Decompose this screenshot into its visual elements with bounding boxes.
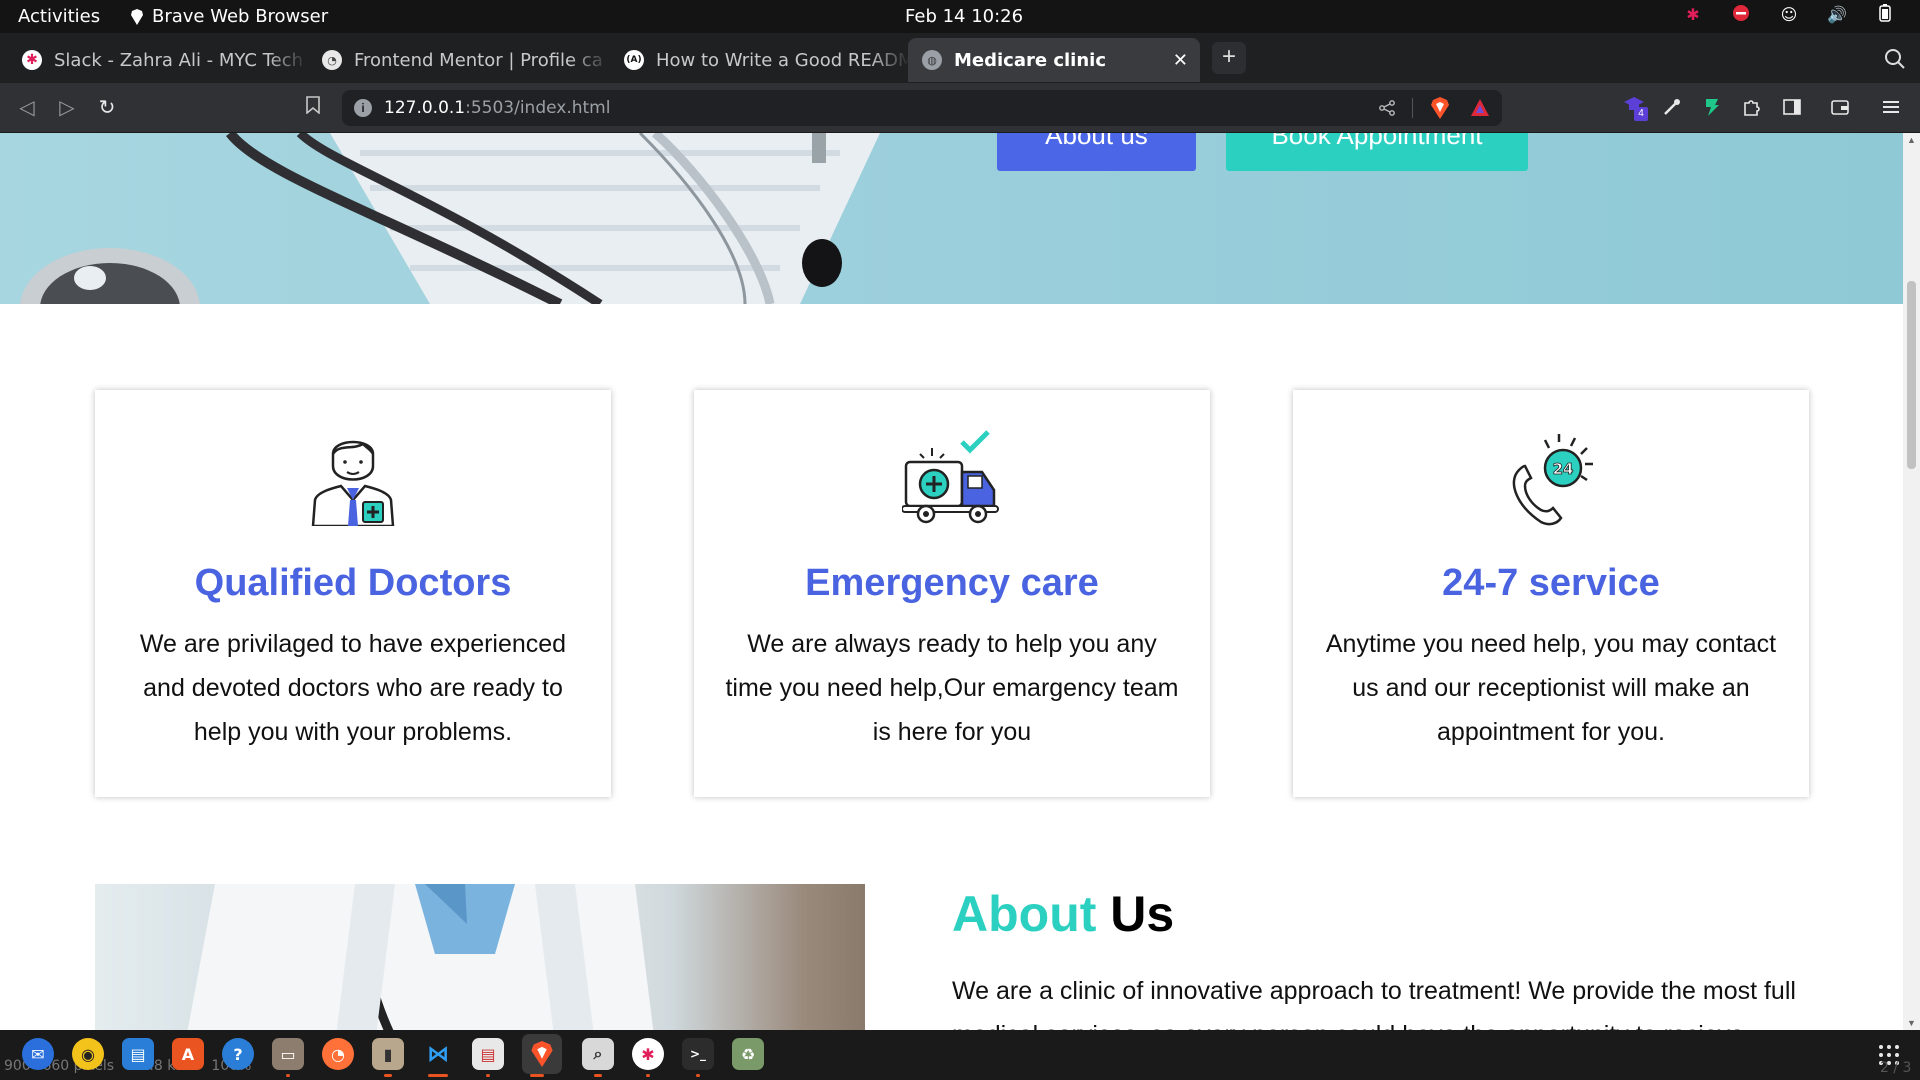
phone-24-icon: 24: [1512, 434, 1593, 526]
badge-24: 24: [1553, 460, 1574, 478]
wallet-icon[interactable]: [1830, 97, 1850, 117]
slack-icon: ✱: [22, 50, 42, 70]
url-text[interactable]: 127.0.0.1:5503/index.html: [384, 98, 610, 118]
tab-title: Frontend Mentor | Profile ca: [354, 49, 603, 71]
slack-dock-icon[interactable]: ✱: [632, 1038, 664, 1070]
fontsninja-extension-icon[interactable]: [1702, 97, 1722, 117]
extensions-puzzle-icon[interactable]: [1742, 97, 1762, 117]
brave-lion-icon: [131, 8, 143, 25]
writer-icon[interactable]: ▤: [122, 1038, 154, 1070]
site-info-icon[interactable]: i: [354, 99, 372, 117]
extension-puzzle-graduation-icon[interactable]: 4: [1622, 95, 1648, 121]
slack-tray-icon[interactable]: ✱: [1682, 4, 1704, 26]
browser-toolbar: ◁ ▷ ↻ i 127.0.0.1:5503/index.html 4: [0, 83, 1920, 133]
brave-dock-icon[interactable]: [522, 1034, 562, 1074]
feature-card-24-7: 24 24-7 service Anytime you need help, y…: [1293, 390, 1809, 797]
url-host: 127.0.0.1: [384, 98, 466, 118]
brave-shields-icon[interactable]: [1430, 97, 1450, 119]
forward-icon[interactable]: ▷: [54, 95, 80, 121]
scroll-up-icon[interactable]: ▲: [1907, 135, 1916, 145]
system-tray[interactable]: ✱ ☺ 🔊: [1682, 4, 1896, 26]
feature-title: Qualified Doctors: [194, 562, 512, 604]
frontend-mentor-icon: ◔: [322, 50, 342, 70]
feature-text: Anytime you need help, you may contact u…: [1325, 630, 1777, 746]
stethoscope-hero-image: [20, 133, 880, 304]
text-editor-icon[interactable]: ▤: [472, 1038, 504, 1070]
tab-medicare[interactable]: ◍ Medicare clinic ✕: [908, 38, 1200, 82]
firefox-icon[interactable]: ◔: [322, 1038, 354, 1070]
about-heading-accent: About: [952, 886, 1097, 942]
extension-badge: 4: [1634, 107, 1648, 121]
menu-icon[interactable]: [1882, 98, 1900, 116]
back-icon[interactable]: ◁: [14, 95, 40, 121]
app-menu[interactable]: Brave Web Browser: [130, 6, 328, 27]
book-appointment-button[interactable]: Book Appointment: [1226, 133, 1528, 171]
files-icon[interactable]: ▭: [272, 1038, 304, 1070]
globe-icon: ◍: [922, 50, 942, 70]
tab-readme[interactable]: (A) How to Write a Good READM: [610, 38, 910, 82]
divider: [1412, 98, 1413, 118]
clock[interactable]: Feb 14 10:26: [905, 6, 1023, 27]
url-path: :5503/index.html: [465, 98, 611, 118]
page-scrollbar[interactable]: ▲ ▼: [1903, 133, 1920, 1030]
feature-title: Emergency care: [805, 562, 1099, 604]
tab-frontend-mentor[interactable]: ◔ Frontend Mentor | Profile ca: [308, 38, 610, 82]
accessibility-icon[interactable]: ☺: [1778, 4, 1800, 26]
eyedropper-icon[interactable]: [1662, 97, 1682, 117]
help-icon[interactable]: ?: [222, 1038, 254, 1070]
ambulance-icon: [902, 430, 999, 524]
thunderbird-icon[interactable]: ✉: [22, 1038, 54, 1070]
doctor-icon: [311, 440, 395, 526]
address-bar[interactable]: i 127.0.0.1:5503/index.html: [342, 90, 1502, 126]
volume-icon[interactable]: 🔊: [1826, 4, 1848, 26]
about-us-button[interactable]: About us: [997, 133, 1196, 171]
doctor-photo: [95, 884, 865, 1030]
brave-rewards-icon[interactable]: [1470, 98, 1490, 118]
tab-slack[interactable]: ✱ Slack - Zahra Ali - MYC Tech A: [8, 38, 308, 82]
scrollbar-thumb[interactable]: [1907, 281, 1916, 469]
software-center-icon[interactable]: A: [172, 1038, 204, 1070]
about-heading: About Us: [952, 885, 1174, 943]
feature-title: 24-7 service: [1442, 562, 1660, 604]
terminal-icon[interactable]: >_: [682, 1038, 714, 1070]
readme-site-icon: (A): [624, 50, 644, 70]
scroll-down-icon[interactable]: ▼: [1907, 1018, 1916, 1028]
vscode-icon[interactable]: ⋈: [422, 1038, 454, 1070]
web-page: About us Book Appointment Qualified Doct…: [0, 133, 1903, 1030]
battery-icon[interactable]: [1874, 4, 1896, 26]
app-name-label: Brave Web Browser: [152, 6, 329, 27]
bookmark-icon[interactable]: [300, 95, 326, 121]
sidebar-icon[interactable]: [1782, 97, 1802, 117]
feature-text: We are always ready to help you any time…: [725, 630, 1179, 746]
doctor-photo-illustration: [187, 884, 654, 1030]
trash-icon[interactable]: ♻: [732, 1038, 764, 1070]
archive-manager-icon[interactable]: ▮: [372, 1038, 404, 1070]
feature-text: We are privilaged to have experienced an…: [139, 630, 567, 746]
close-tab-icon[interactable]: ✕: [1173, 50, 1188, 71]
tab-title: Medicare clinic: [954, 49, 1107, 71]
search-tabs-icon[interactable]: [1883, 47, 1907, 71]
feature-card-doctors: Qualified Doctors We are privilaged to h…: [95, 390, 611, 797]
do-not-disturb-icon[interactable]: [1730, 4, 1752, 26]
hero-banner: About us Book Appointment: [0, 133, 1903, 304]
rhythmbox-icon[interactable]: ◉: [72, 1038, 104, 1070]
activities-button[interactable]: Activities: [18, 6, 100, 27]
about-heading-rest: Us: [1110, 886, 1175, 942]
system-top-bar: Activities Brave Web Browser Feb 14 10:2…: [0, 0, 1920, 33]
reload-icon[interactable]: ↻: [94, 95, 120, 121]
new-tab-button[interactable]: +: [1212, 42, 1246, 74]
share-icon[interactable]: [1378, 99, 1396, 117]
image-viewer-icon[interactable]: ⌕: [582, 1038, 614, 1070]
taskbar-dock: 900×660 pixels 3.8 kB 100% ✉ ◉ ▤ A ? ▭ ◔…: [0, 1030, 1920, 1080]
about-text: We are a clinic of innovative approach t…: [952, 977, 1796, 1030]
image-page-counter: 2 / 3: [1880, 1060, 1912, 1076]
tab-strip: ✱ Slack - Zahra Ali - MYC Tech A ◔ Front…: [0, 33, 1920, 83]
feature-card-emergency: Emergency care We are always ready to he…: [694, 390, 1210, 797]
